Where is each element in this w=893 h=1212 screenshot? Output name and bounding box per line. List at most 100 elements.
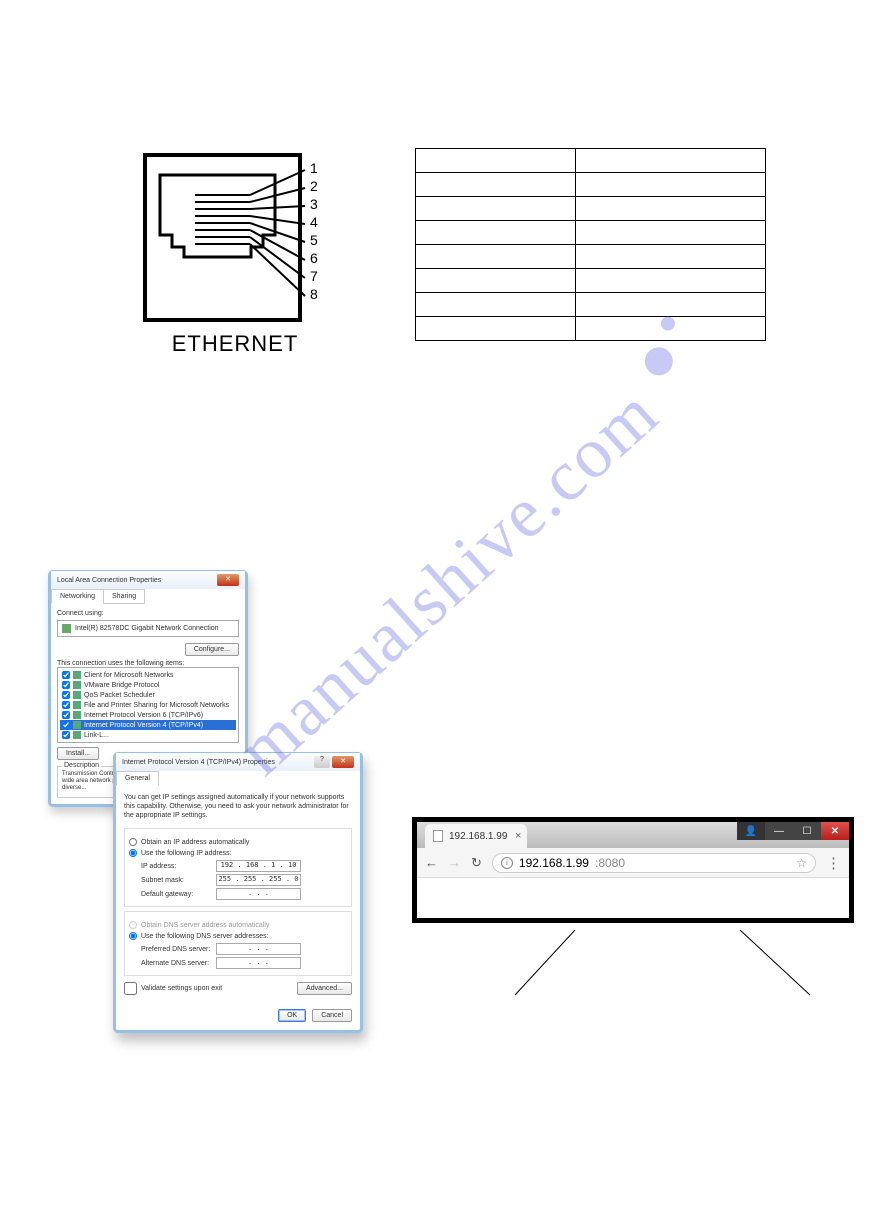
connection-items-list: Client for Microsoft Networks VMware Bri…: [57, 667, 239, 743]
obtain-dns-auto-radio[interactable]: [129, 921, 137, 929]
table-row: [416, 245, 766, 269]
adapter-icon: [62, 624, 71, 633]
use-following-dns-radio[interactable]: [129, 932, 137, 940]
alt-dns-label: Alternate DNS server:: [141, 960, 216, 967]
info-icon[interactable]: i: [501, 857, 513, 869]
list-item: VMware Bridge Protocol: [60, 680, 236, 690]
reload-icon[interactable]: ↻: [471, 855, 482, 871]
address-bar[interactable]: i 192.168.1.99 :8080 ☆: [492, 853, 816, 873]
tab-close-icon[interactable]: ×: [515, 830, 521, 842]
service-icon: [73, 671, 81, 679]
table-row: [416, 317, 766, 341]
browser-toolbar: ← → ↻ i 192.168.1.99 :8080 ☆ ⋮: [417, 848, 849, 878]
validate-checkbox[interactable]: [124, 982, 137, 995]
list-item-selected: Internet Protocol Version 4 (TCP/IPv4): [60, 720, 236, 730]
pin-3-label: 3: [310, 196, 318, 212]
browser-tabbar: 192.168.1.99 × 👤 — ☐ ✕: [417, 822, 849, 848]
tab-sharing[interactable]: Sharing: [103, 589, 145, 604]
tab-networking[interactable]: Networking: [51, 589, 104, 604]
page-icon: [433, 830, 443, 842]
ok-button[interactable]: OK: [278, 1009, 306, 1022]
rj45-port-icon: 1 2 3 4 5 6 7 8: [140, 150, 330, 325]
service-icon: [73, 721, 81, 729]
list-item: File and Printer Sharing for Microsoft N…: [60, 700, 236, 710]
callout-lines: [510, 930, 830, 1000]
dialog-title: Local Area Connection Properties: [57, 577, 161, 584]
items-label: This connection uses the following items…: [57, 660, 239, 667]
subnet-mask-label: Subnet mask:: [141, 877, 216, 884]
gateway-label: Default gateway:: [141, 891, 216, 898]
obtain-ip-auto-radio[interactable]: [129, 838, 137, 846]
user-icon[interactable]: 👤: [737, 822, 765, 840]
table-row: [416, 293, 766, 317]
table-row: [416, 149, 766, 173]
use-following-ip-radio[interactable]: [129, 849, 137, 857]
watermark-text: manualshive.com: [221, 371, 675, 791]
item-checkbox[interactable]: [62, 721, 70, 729]
table-row: [416, 221, 766, 245]
pin-4-label: 4: [310, 214, 318, 230]
ip-address-field[interactable]: 192 . 168 . 1 . 10: [216, 860, 301, 872]
item-checkbox[interactable]: [62, 701, 70, 709]
ethernet-diagram: 1 2 3 4 5 6 7 8 ETHERNET: [140, 150, 330, 357]
item-checkbox[interactable]: [62, 691, 70, 699]
browser-viewport: [417, 878, 849, 918]
subnet-mask-field[interactable]: 255 . 255 . 255 . 0: [216, 874, 301, 886]
item-checkbox[interactable]: [62, 711, 70, 719]
dialog-titlebar: Internet Protocol Version 4 (TCP/IPv4) P…: [116, 753, 360, 771]
menu-icon[interactable]: ⋮: [826, 854, 841, 872]
service-icon: [73, 681, 81, 689]
item-checkbox[interactable]: [62, 681, 70, 689]
cancel-button[interactable]: Cancel: [312, 1009, 352, 1022]
list-item: Internet Protocol Version 6 (TCP/IPv6): [60, 710, 236, 720]
service-icon: [73, 701, 81, 709]
ipv4-properties-dialog: Internet Protocol Version 4 (TCP/IPv4) P…: [113, 752, 363, 1033]
help-button[interactable]: ?: [314, 756, 330, 768]
dialog-title: Internet Protocol Version 4 (TCP/IPv4) P…: [122, 759, 275, 766]
adapter-box: Intel(R) 82578DC Gigabit Network Connect…: [57, 620, 239, 637]
tab-title: 192.168.1.99: [449, 831, 507, 842]
configure-button[interactable]: Configure...: [185, 643, 239, 656]
table-row: [416, 197, 766, 221]
url-host: 192.168.1.99: [519, 856, 589, 870]
maximize-button[interactable]: ☐: [793, 822, 821, 840]
pinout-table: [415, 148, 766, 341]
browser-tab[interactable]: 192.168.1.99 ×: [425, 824, 527, 848]
pin-5-label: 5: [310, 232, 318, 248]
url-port: :8080: [595, 856, 625, 870]
close-button[interactable]: ✕: [217, 574, 239, 586]
minimize-button[interactable]: —: [765, 822, 793, 840]
service-icon: [73, 691, 81, 699]
list-item: Client for Microsoft Networks: [60, 670, 236, 680]
list-item: Link-L...: [60, 730, 236, 740]
table-row: [416, 173, 766, 197]
adapter-name: Intel(R) 82578DC Gigabit Network Connect…: [75, 625, 219, 632]
connect-using-label: Connect using:: [57, 610, 239, 617]
item-checkbox[interactable]: [62, 671, 70, 679]
install-button[interactable]: Install...: [57, 747, 99, 760]
pin-8-label: 8: [310, 286, 318, 302]
advanced-button[interactable]: Advanced...: [297, 982, 352, 995]
ethernet-caption: ETHERNET: [140, 331, 330, 357]
dialog-titlebar: Local Area Connection Properties ✕: [51, 571, 245, 589]
table-row: [416, 269, 766, 293]
ip-address-label: IP address:: [141, 863, 216, 870]
pin-6-label: 6: [310, 250, 318, 266]
gateway-field[interactable]: . . .: [216, 888, 301, 900]
alt-dns-field[interactable]: . . .: [216, 957, 301, 969]
info-text: You can get IP settings assigned automat…: [124, 794, 352, 820]
item-checkbox[interactable]: [62, 731, 70, 739]
list-item: QoS Packet Scheduler: [60, 690, 236, 700]
bookmark-icon[interactable]: ☆: [796, 856, 807, 870]
back-icon[interactable]: ←: [425, 855, 438, 870]
pref-dns-field[interactable]: . . .: [216, 943, 301, 955]
close-button[interactable]: ✕: [332, 756, 354, 768]
forward-icon[interactable]: →: [448, 855, 461, 870]
pref-dns-label: Preferred DNS server:: [141, 946, 216, 953]
pin-2-label: 2: [310, 178, 318, 194]
pin-1-label: 1: [310, 160, 318, 176]
browser-window: 192.168.1.99 × 👤 — ☐ ✕ ← → ↻ i 192.168.1…: [413, 818, 853, 922]
tab-general[interactable]: General: [116, 771, 159, 786]
window-close-button[interactable]: ✕: [821, 822, 849, 840]
description-label: Description: [62, 762, 101, 769]
